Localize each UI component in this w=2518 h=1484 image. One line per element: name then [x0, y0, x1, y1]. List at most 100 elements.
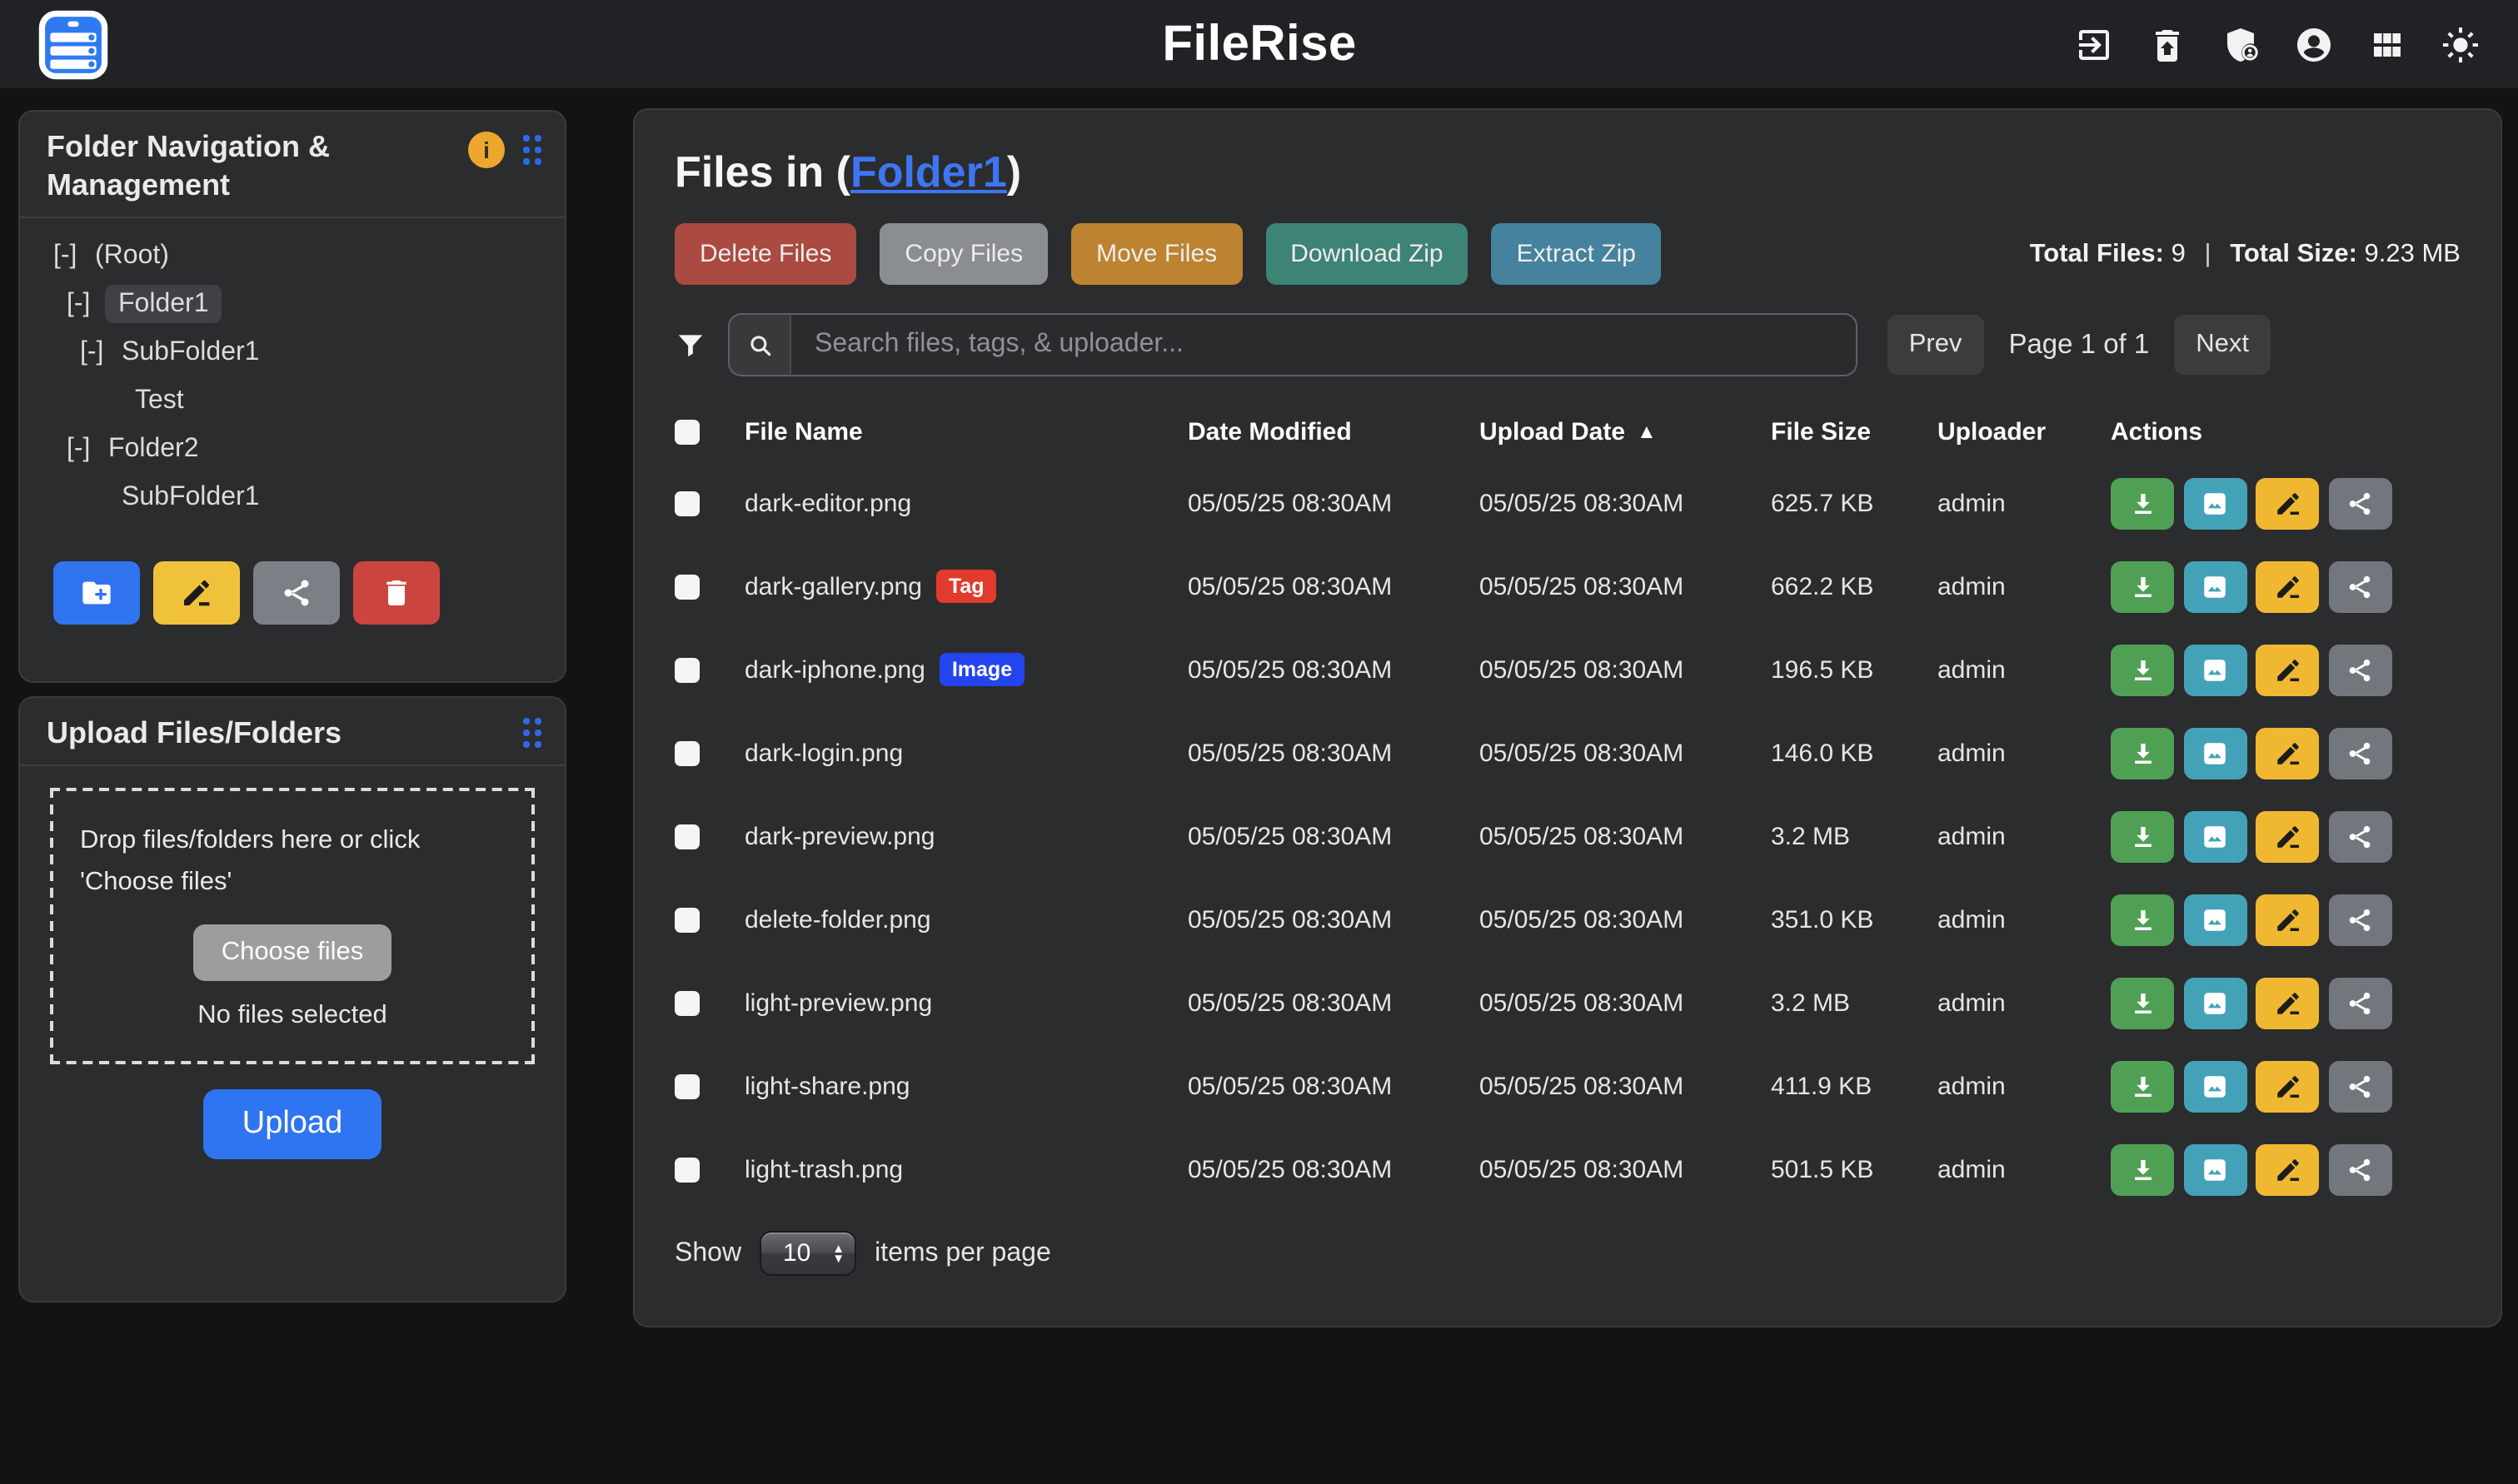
file-name[interactable]: light-share.png — [745, 1072, 910, 1100]
tree-item-label[interactable]: SubFolder1 — [118, 335, 262, 370]
download-file-button[interactable] — [2111, 894, 2174, 945]
row-checkbox[interactable] — [675, 1157, 700, 1182]
download-file-button[interactable] — [2111, 727, 2174, 779]
edit-file-button[interactable] — [2256, 977, 2319, 1028]
tree-item-subfolder1[interactable]: SubFolder1 — [53, 473, 548, 521]
edit-file-button[interactable] — [2256, 727, 2319, 779]
preview-image-button[interactable] — [2183, 644, 2246, 695]
tree-item-label[interactable]: SubFolder1 — [118, 480, 262, 515]
file-name[interactable]: dark-gallery.png — [745, 572, 922, 600]
file-name[interactable]: light-trash.png — [745, 1155, 903, 1183]
move-files-button[interactable]: Move Files — [1071, 223, 1242, 285]
edit-file-button[interactable] — [2256, 894, 2319, 945]
rename-folder-button[interactable] — [153, 561, 240, 625]
share-file-button[interactable] — [2328, 894, 2391, 945]
share-file-button[interactable] — [2328, 644, 2391, 695]
trash-restore-icon[interactable] — [2146, 22, 2189, 66]
preview-image-button[interactable] — [2183, 1060, 2246, 1112]
next-page-button[interactable]: Next — [2174, 315, 2271, 375]
row-checkbox[interactable] — [675, 491, 700, 515]
tree-toggle-icon[interactable]: [-] — [53, 232, 83, 280]
filter-funnel-icon[interactable] — [675, 329, 706, 361]
share-file-button[interactable] — [2328, 810, 2391, 862]
tree-item-folder2[interactable]: [-] Folder2 — [53, 425, 548, 473]
row-checkbox[interactable] — [675, 907, 700, 932]
edit-file-button[interactable] — [2256, 1143, 2319, 1195]
edit-file-button[interactable] — [2256, 560, 2319, 612]
info-icon[interactable]: i — [468, 132, 505, 168]
download-file-button[interactable] — [2111, 644, 2174, 695]
share-file-button[interactable] — [2328, 1143, 2391, 1195]
copy-files-button[interactable]: Copy Files — [880, 223, 1048, 285]
drag-handle-icon[interactable] — [523, 135, 541, 165]
file-name[interactable]: light-preview.png — [745, 989, 932, 1017]
preview-image-button[interactable] — [2183, 560, 2246, 612]
download-file-button[interactable] — [2111, 560, 2174, 612]
choose-files-button[interactable]: Choose files — [193, 924, 392, 980]
download-file-button[interactable] — [2111, 1060, 2174, 1112]
preview-image-button[interactable] — [2183, 727, 2246, 779]
admin-shield-icon[interactable] — [2219, 22, 2262, 66]
column-header-uploader[interactable]: Uploader — [1937, 417, 2111, 446]
row-checkbox[interactable] — [675, 824, 700, 849]
download-zip-button[interactable]: Download Zip — [1265, 223, 1468, 285]
preview-image-button[interactable] — [2183, 894, 2246, 945]
file-name[interactable]: dark-iphone.png — [745, 655, 925, 684]
share-file-button[interactable] — [2328, 727, 2391, 779]
file-dropzone[interactable]: Drop files/folders here or click 'Choose… — [50, 788, 535, 1063]
column-header-file-size[interactable]: File Size — [1771, 417, 1937, 446]
tree-item-label[interactable]: Folder2 — [105, 431, 202, 466]
preview-image-button[interactable] — [2183, 977, 2246, 1028]
edit-file-button[interactable] — [2256, 810, 2319, 862]
column-header-upload-date[interactable]: Upload Date ▲ — [1479, 417, 1771, 446]
preview-image-button[interactable] — [2183, 810, 2246, 862]
logout-icon[interactable] — [2072, 22, 2116, 66]
tree-item-test[interactable]: Test — [53, 376, 548, 425]
light-mode-icon[interactable] — [2439, 22, 2482, 66]
search-input[interactable] — [790, 313, 1857, 376]
tree-toggle-icon[interactable]: [-] — [67, 280, 97, 328]
file-name[interactable]: dark-editor.png — [745, 489, 911, 517]
file-name[interactable]: delete-folder.png — [745, 905, 931, 934]
file-name[interactable]: dark-login.png — [745, 739, 903, 767]
tree-item-label[interactable]: Folder1 — [105, 285, 222, 323]
file-name[interactable]: dark-preview.png — [745, 822, 935, 850]
share-file-button[interactable] — [2328, 977, 2391, 1028]
delete-folder-button[interactable] — [353, 561, 440, 625]
delete-files-button[interactable]: Delete Files — [675, 223, 856, 285]
extract-zip-button[interactable]: Extract Zip — [1492, 223, 1661, 285]
items-per-page-select[interactable]: 10 ▲▼ — [760, 1231, 856, 1276]
download-file-button[interactable] — [2111, 1143, 2174, 1195]
preview-image-button[interactable] — [2183, 1143, 2246, 1195]
edit-file-button[interactable] — [2256, 1060, 2319, 1112]
tree-toggle-icon[interactable]: [-] — [67, 425, 97, 473]
tree-item-folder1[interactable]: [-] Folder1 — [53, 280, 548, 328]
preview-image-button[interactable] — [2183, 477, 2246, 529]
drag-handle-icon[interactable] — [523, 718, 541, 748]
tree-item-label[interactable]: Test — [132, 383, 187, 418]
share-file-button[interactable] — [2328, 477, 2391, 529]
edit-file-button[interactable] — [2256, 644, 2319, 695]
row-checkbox[interactable] — [675, 990, 700, 1015]
edit-file-button[interactable] — [2256, 477, 2319, 529]
tree-item-root[interactable]: [-] (Root) — [53, 232, 548, 280]
share-file-button[interactable] — [2328, 1060, 2391, 1112]
share-folder-button[interactable] — [253, 561, 340, 625]
row-checkbox[interactable] — [675, 574, 700, 599]
tree-item-label[interactable]: (Root) — [92, 238, 172, 273]
select-all-checkbox[interactable] — [675, 419, 700, 444]
grid-view-icon[interactable] — [2366, 22, 2409, 66]
share-file-button[interactable] — [2328, 560, 2391, 612]
current-folder-link[interactable]: Folder1 — [850, 147, 1007, 197]
user-profile-icon[interactable] — [2292, 22, 2336, 66]
download-file-button[interactable] — [2111, 977, 2174, 1028]
prev-page-button[interactable]: Prev — [1887, 315, 1984, 375]
tree-item-subfolder1[interactable]: [-] SubFolder1 — [53, 328, 548, 376]
row-checkbox[interactable] — [675, 740, 700, 765]
tree-toggle-icon[interactable]: [-] — [80, 328, 110, 376]
row-checkbox[interactable] — [675, 657, 700, 682]
download-file-button[interactable] — [2111, 810, 2174, 862]
create-folder-button[interactable] — [53, 561, 140, 625]
upload-button[interactable]: Upload — [204, 1088, 381, 1158]
column-header-file-name[interactable]: File Name — [745, 417, 1188, 446]
